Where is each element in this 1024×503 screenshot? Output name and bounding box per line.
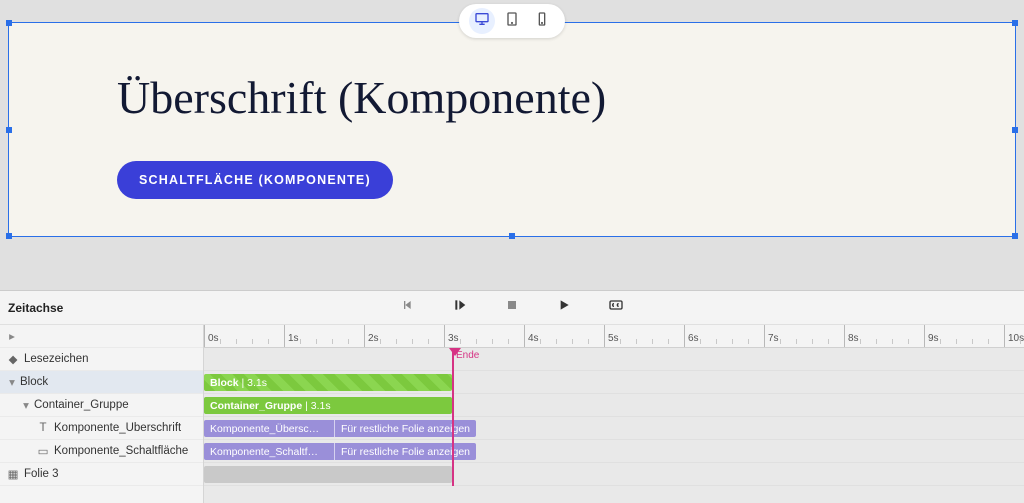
clip-label: Container_Gruppe	[210, 400, 302, 412]
mobile-icon	[534, 11, 550, 32]
track-heading[interactable]: Komponente_Übersc… Für restliche Folie a…	[204, 417, 1024, 440]
step-back-icon	[400, 297, 416, 318]
tablet-icon	[504, 11, 520, 32]
clip-container[interactable]: Container_Gruppe | 3.1s	[204, 397, 452, 414]
clip-seg1: Komponente_Schaltf…	[210, 446, 318, 458]
button-icon: ▭	[36, 444, 50, 458]
clip-slide[interactable]	[204, 466, 452, 483]
clip-seg2: Für restliche Folie anzeigen	[341, 423, 470, 435]
play-button[interactable]	[555, 299, 573, 317]
tree-row-slide-3[interactable]: ▦ Folie 3	[0, 463, 203, 486]
canvas-button-component[interactable]: SCHALTFLÄCHE (KOMPONENTE)	[117, 161, 393, 199]
ruler-tick: 4s	[524, 325, 539, 347]
canvas-selection-frame[interactable]: Überschrift (Komponente) SCHALTFLÄCHE (K…	[8, 22, 1016, 237]
canvas-heading-text[interactable]: Überschrift (Komponente)	[117, 71, 975, 124]
chevron-down-icon: ▾	[20, 398, 32, 412]
ruler-tick: 10s	[1004, 325, 1024, 347]
cc-icon	[608, 297, 624, 318]
ruler-tick: 1s	[284, 325, 299, 347]
resize-handle-br[interactable]	[1012, 233, 1018, 239]
timeline-track-area: 0s 1s 2s 3s 4s 5s 6s 7s 8s 9s 10s Ende Block | 3.1…	[204, 325, 1024, 503]
device-toolbar	[459, 4, 565, 38]
tree-label: Container_Gruppe	[34, 399, 129, 411]
track-slide[interactable]	[204, 463, 1024, 486]
play-pause-icon	[452, 297, 468, 318]
timeline-title: Zeitachse	[8, 301, 63, 315]
playhead[interactable]	[452, 348, 454, 486]
tree-row-expander[interactable]: ▸	[0, 325, 203, 348]
ruler-tick: 2s	[364, 325, 379, 347]
play-icon	[556, 297, 572, 318]
step-back-button[interactable]	[399, 299, 417, 317]
ruler-tick: 6s	[684, 325, 699, 347]
desktop-icon	[474, 11, 490, 32]
stage: Überschrift (Komponente) SCHALTFLÄCHE (K…	[0, 0, 1024, 290]
resize-handle-mr[interactable]	[1012, 127, 1018, 133]
ruler-tick: 3s	[444, 325, 459, 347]
ruler-tick: 8s	[844, 325, 859, 347]
play-pause-button[interactable]	[451, 299, 469, 317]
clip-seg2: Für restliche Folie anzeigen	[341, 446, 470, 458]
track-block[interactable]: Block | 3.1s	[204, 371, 1024, 394]
timeline-ruler[interactable]: 0s 1s 2s 3s 4s 5s 6s 7s 8s 9s 10s	[204, 325, 1024, 348]
device-mobile-button[interactable]	[529, 8, 555, 34]
tree-row-block[interactable]: ▾ Block	[0, 371, 203, 394]
tree-label: Komponente_Schaltfläche	[54, 445, 188, 457]
track-button[interactable]: Komponente_Schaltf… Für restliche Folie …	[204, 440, 1024, 463]
device-desktop-button[interactable]	[469, 8, 495, 34]
clip-label: Block	[210, 377, 239, 389]
resize-handle-ml[interactable]	[6, 127, 12, 133]
chevron-down-icon: ▾	[6, 375, 18, 389]
clip-duration: | 3.1s	[305, 400, 331, 412]
timeline-tree: ▸ ◆ Lesezeichen ▾ Block ▾ Container_Grup…	[0, 325, 204, 503]
clip-button[interactable]: Komponente_Schaltf… Für restliche Folie …	[204, 443, 476, 460]
chevron-right-icon: ▸	[6, 329, 18, 343]
diamond-icon: ◆	[6, 352, 20, 366]
resize-handle-tl[interactable]	[6, 20, 12, 26]
ruler-tick: 9s	[924, 325, 939, 347]
clip-seg1: Komponente_Übersc…	[210, 423, 319, 435]
ruler-tick: 7s	[764, 325, 779, 347]
stop-button[interactable]	[503, 299, 521, 317]
resize-handle-tr[interactable]	[1012, 20, 1018, 26]
track-container[interactable]: Container_Gruppe | 3.1s	[204, 394, 1024, 417]
ruler-tick: 5s	[604, 325, 619, 347]
ruler-tick: 0s	[204, 325, 219, 347]
tree-row-bookmarks[interactable]: ◆ Lesezeichen	[0, 348, 203, 371]
transport-controls	[399, 299, 625, 317]
track-bookmarks[interactable]: Ende	[204, 348, 1024, 371]
clip-heading[interactable]: Komponente_Übersc… Für restliche Folie a…	[204, 420, 476, 437]
device-tablet-button[interactable]	[499, 8, 525, 34]
tree-row-comp-button[interactable]: ▭ Komponente_Schaltfläche	[0, 440, 203, 463]
tree-row-comp-heading[interactable]: T Komponente_Überschrift	[0, 417, 203, 440]
tree-label: Lesezeichen	[24, 353, 89, 365]
text-icon: T	[36, 422, 50, 434]
tree-label: Folie 3	[24, 468, 59, 480]
timeline-panel: Zeitachse ▸ ◆ Lesezeichen ▾ Block ▾ Co	[0, 290, 1024, 503]
resize-handle-bl[interactable]	[6, 233, 12, 239]
tree-label: Block	[20, 376, 48, 388]
canvas-button-label: SCHALTFLÄCHE (KOMPONENTE)	[117, 161, 393, 199]
tree-label: Komponente_Überschrift	[54, 422, 181, 434]
stop-icon	[504, 297, 520, 318]
clip-duration: | 3.1s	[242, 377, 268, 389]
clip-block[interactable]: Block | 3.1s	[204, 374, 452, 391]
tree-row-container-group[interactable]: ▾ Container_Gruppe	[0, 394, 203, 417]
timeline-body: ▸ ◆ Lesezeichen ▾ Block ▾ Container_Grup…	[0, 325, 1024, 503]
slide-icon: ▦	[6, 467, 20, 481]
tracks: Ende Block | 3.1s Container_Gruppe | 3.1…	[204, 348, 1024, 486]
timeline-header: Zeitachse	[0, 291, 1024, 325]
resize-handle-bm[interactable]	[509, 233, 515, 239]
captions-button[interactable]	[607, 299, 625, 317]
